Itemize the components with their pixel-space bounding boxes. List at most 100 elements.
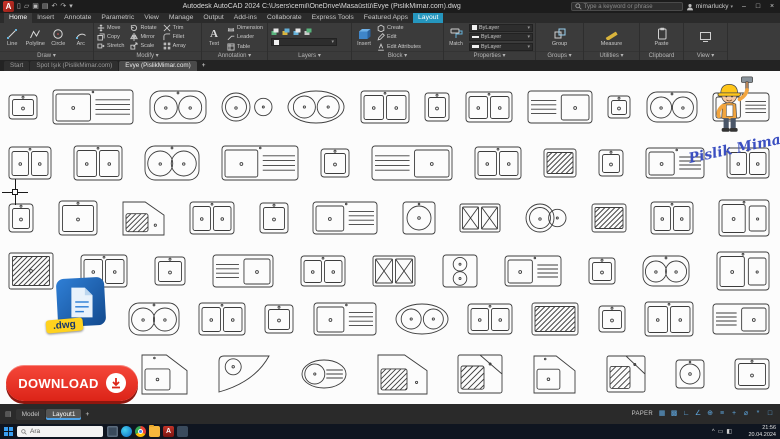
sink-block-round1[interactable]	[402, 201, 436, 235]
ribbon-tab-parametric[interactable]: Parametric	[96, 13, 139, 23]
tool-polyline[interactable]: Polyline	[26, 27, 45, 47]
sink-block-xbowl2[interactable]	[459, 203, 501, 233]
panel-label-annotation[interactable]: Annotation ▾	[202, 51, 267, 60]
sink-block-cornersq[interactable]	[606, 355, 646, 393]
sink-block-single[interactable]	[588, 257, 616, 285]
tray-network-icon[interactable]: ▭	[718, 428, 724, 435]
ribbon-tab-manage[interactable]: Manage	[164, 13, 199, 23]
panel-label-modify[interactable]: Modify ▾	[94, 51, 201, 60]
ribbon-tab-annotate[interactable]: Annotate	[59, 13, 96, 23]
sink-block-hatch1[interactable]	[531, 302, 579, 336]
layer-off-icon[interactable]	[282, 28, 290, 36]
drawing-canvas[interactable]: Pislik Mimar .dwg DOWNLOAD	[0, 71, 780, 404]
grid-toggle-icon[interactable]: ▦	[657, 408, 667, 420]
sink-block-corner[interactable]	[532, 354, 576, 394]
sink-block-single[interactable]	[424, 92, 450, 122]
tool-move[interactable]: Move	[97, 24, 124, 32]
ribbon-tab-insert[interactable]: Insert	[32, 13, 59, 23]
sink-block-single[interactable]	[598, 305, 626, 333]
layout-tab-layout1[interactable]: Layout1	[46, 409, 81, 420]
tool-scale[interactable]: Scale	[130, 42, 156, 50]
ribbon-tab-view[interactable]: View	[139, 13, 164, 23]
layer-dropdown[interactable]: ▾	[271, 38, 337, 46]
sink-block-round2[interactable]	[144, 145, 200, 181]
ortho-toggle-icon[interactable]: ∟	[681, 408, 691, 420]
tool-text[interactable]: A Text	[205, 27, 223, 47]
panel-label-draw[interactable]: Draw ▾	[0, 51, 93, 60]
new-drawing-tab-button[interactable]: +	[198, 61, 210, 71]
sink-block-double[interactable]	[73, 145, 123, 181]
new-layout-button[interactable]: +	[82, 409, 92, 420]
taskbar-app-autocad[interactable]: A	[163, 426, 174, 437]
new-file-icon[interactable]: ▯	[17, 1, 21, 12]
sink-block-drain_l[interactable]	[527, 90, 593, 124]
sink-block-drain_r[interactable]	[312, 201, 378, 235]
tool-create[interactable]: Create	[377, 24, 421, 32]
tool-trim[interactable]: Trim	[163, 24, 186, 32]
ribbon-tab-add-ins[interactable]: Add-ins	[229, 13, 262, 23]
sink-block-single[interactable]	[320, 148, 350, 178]
tool-measure[interactable]: Measure	[601, 27, 622, 47]
sink-block-drain_l[interactable]	[371, 145, 453, 181]
tool-fillet[interactable]: Fillet	[163, 33, 186, 41]
sink-block-double[interactable]	[650, 201, 694, 235]
sink-block-single[interactable]	[58, 200, 98, 236]
tool-edit[interactable]: Edit	[377, 33, 421, 41]
sink-block-corner[interactable]	[140, 353, 188, 395]
start-button[interactable]	[4, 427, 13, 436]
qat-dropdown-icon[interactable]: ▾	[69, 1, 73, 12]
taskbar-app-chrome[interactable]	[135, 426, 146, 437]
close-button[interactable]: ×	[767, 3, 777, 10]
panel-label-utilities[interactable]: Utilities ▾	[584, 51, 639, 60]
sink-block-drain_r[interactable]	[221, 145, 299, 181]
layer-freeze-icon[interactable]	[293, 28, 301, 36]
layer-properties-icon[interactable]	[271, 28, 279, 36]
tool-group[interactable]: Group	[551, 27, 569, 47]
panel-label-view[interactable]: View ▾	[684, 51, 727, 60]
file-tab-start[interactable]: Start	[4, 61, 29, 71]
workspace-toggle-icon[interactable]: *	[753, 408, 763, 420]
tool-edit-attributes[interactable]: Edit Attributes	[377, 43, 421, 51]
sink-block-single[interactable]	[154, 256, 186, 286]
ribbon-tab-express-tools[interactable]: Express Tools	[307, 13, 359, 23]
redo-icon[interactable]: ↷	[60, 1, 66, 12]
panel-label-clipboard[interactable]: Clipboard	[640, 51, 683, 60]
panel-label-block[interactable]: Block ▾	[352, 51, 443, 60]
sink-block-ovalr[interactable]	[301, 359, 347, 389]
dynamic-input-toggle-icon[interactable]: +	[729, 408, 739, 420]
sink-block-single[interactable]	[734, 358, 770, 390]
tool-line[interactable]: Line	[3, 27, 21, 47]
ribbon-tab-featured-apps[interactable]: Featured Apps	[359, 13, 413, 23]
sink-block-tri[interactable]	[217, 354, 271, 394]
sink-block-drain_r[interactable]	[52, 89, 134, 125]
sink-block-cornersq[interactable]	[457, 354, 503, 394]
sink-block-circle2[interactable]	[525, 203, 567, 233]
taskbar-app-app[interactable]	[177, 426, 188, 437]
property-dropdown-3[interactable]: ByLayer▾	[469, 43, 533, 51]
sink-block-xbowl2[interactable]	[372, 255, 416, 287]
sink-block-circle2v[interactable]	[442, 254, 478, 288]
sink-block-single[interactable]	[259, 202, 289, 234]
sink-block-round1[interactable]	[675, 359, 705, 389]
undo-icon[interactable]: ↶	[52, 1, 58, 12]
annotation-toggle-icon[interactable]: ⌀	[741, 408, 751, 420]
osnap-toggle-icon[interactable]: ⊕	[705, 408, 715, 420]
open-file-icon[interactable]: ▱	[24, 1, 29, 12]
file-tab-evye-pislikmimar-com-[interactable]: Evye (PislikMimar.com)	[119, 61, 196, 71]
isolate-toggle-icon[interactable]: □	[765, 408, 775, 420]
ribbon-tab-layout[interactable]: Layout	[413, 13, 443, 23]
autocad-app-menu-icon[interactable]: A	[3, 1, 14, 12]
tool-circle[interactable]: Circle	[49, 27, 67, 47]
tool-leader[interactable]: Leader	[227, 33, 263, 41]
ribbon-tab-collaborate[interactable]: Collaborate	[262, 13, 307, 23]
tool-arc[interactable]: Arc	[72, 27, 90, 47]
sink-block-single[interactable]	[264, 304, 294, 334]
file-tab-spot-i-k-pislikmimar-com-[interactable]: Spot Işık (PislikMimar.com)	[30, 61, 118, 71]
snap-toggle-icon[interactable]: ▩	[669, 408, 679, 420]
sink-block-oval2[interactable]	[287, 90, 345, 124]
sink-block-double[interactable]	[467, 303, 513, 335]
taskbar-app-file-explorer[interactable]	[149, 426, 160, 437]
layout-tab-model[interactable]: Model	[16, 409, 46, 420]
sink-block-double[interactable]	[198, 302, 246, 336]
taskbar-app-task-view[interactable]	[107, 426, 118, 437]
